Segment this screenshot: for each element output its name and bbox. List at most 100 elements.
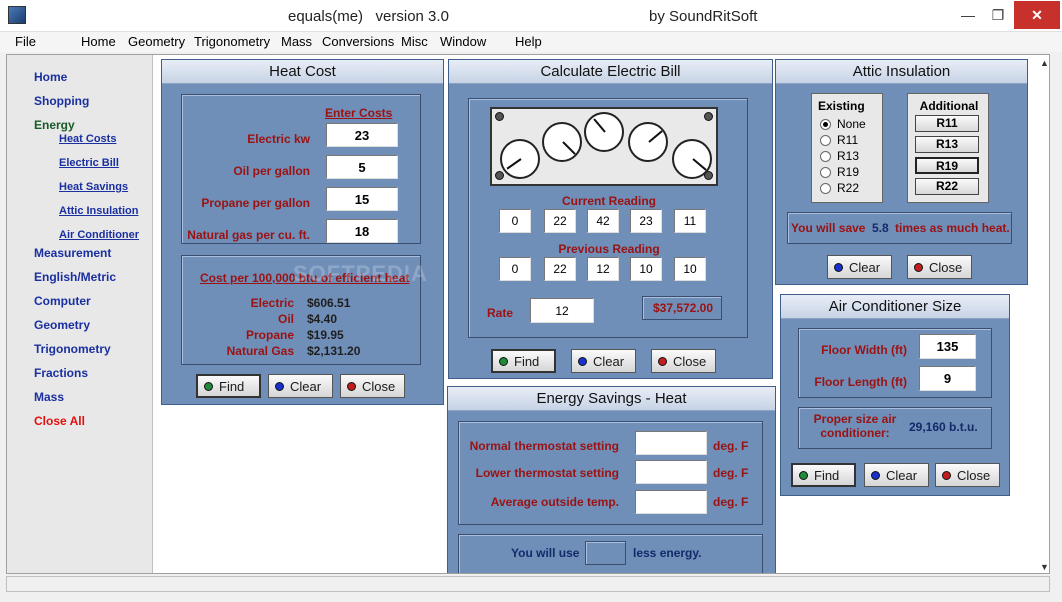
- attic-clear-button[interactable]: Clear: [827, 255, 892, 279]
- scroll-up-icon[interactable]: ▲: [1040, 58, 1049, 68]
- lower-thermostat-unit: deg. F: [713, 466, 749, 480]
- previous-reading-digit-4[interactable]: [630, 257, 662, 281]
- scroll-down-icon[interactable]: ▼: [1040, 562, 1049, 572]
- existing-option-none[interactable]: None: [820, 117, 866, 131]
- heat-cost-clear-button[interactable]: Clear: [268, 374, 333, 398]
- sidebar-item-mass[interactable]: Mass: [34, 390, 64, 404]
- menu-conversions[interactable]: Conversions: [322, 34, 394, 49]
- propane-input[interactable]: [326, 187, 398, 211]
- current-reading-digit-2[interactable]: [544, 209, 576, 233]
- attic-insulation-window: Attic Insulation Existing None R11 R13 R…: [775, 59, 1028, 285]
- existing-option-r13[interactable]: R13: [820, 149, 859, 163]
- clear-label: Clear: [593, 353, 625, 369]
- existing-option-r22[interactable]: R22: [820, 181, 859, 195]
- title-bar: equals(me) version 3.0 by SoundRitSoft —…: [0, 0, 1062, 32]
- screw-icon: [495, 171, 504, 180]
- attic-close-button[interactable]: Close: [907, 255, 972, 279]
- menu-home[interactable]: Home: [81, 34, 116, 49]
- additional-label: Additional: [919, 99, 979, 113]
- close-label: Close: [362, 378, 396, 394]
- air-conditioner-title[interactable]: Air Conditioner Size: [781, 295, 1009, 319]
- additional-r22-button[interactable]: R22: [915, 178, 979, 195]
- sidebar-sub-air-conditioner[interactable]: Air Conditioner: [59, 229, 139, 241]
- ac-result-group: Proper size air conditioner: 29,160 b.t.…: [798, 407, 992, 449]
- use-prefix: You will use: [511, 546, 580, 560]
- green-dot-icon: [799, 470, 808, 480]
- current-reading-digit-5[interactable]: [674, 209, 706, 233]
- menu-help[interactable]: Help: [515, 34, 542, 49]
- sidebar-item-fractions[interactable]: Fractions: [34, 366, 88, 380]
- mdi-workspace: Home Shopping Energy Heat Costs Electric…: [6, 54, 1050, 574]
- outside-temp-input[interactable]: [635, 490, 707, 514]
- sidebar-sub-electric-bill[interactable]: Electric Bill: [59, 157, 119, 169]
- floor-width-input[interactable]: [919, 334, 976, 359]
- existing-option-r11[interactable]: R11: [820, 133, 858, 147]
- app-icon[interactable]: [8, 6, 26, 24]
- minimize-button[interactable]: —: [953, 1, 983, 29]
- bill-total-value: $37,572.00: [652, 301, 714, 315]
- sidebar-item-computer[interactable]: Computer: [34, 294, 91, 308]
- sidebar-item-geometry[interactable]: Geometry: [34, 318, 90, 332]
- previous-reading-digit-1[interactable]: [499, 257, 531, 281]
- ac-find-button[interactable]: Find: [791, 463, 856, 487]
- current-reading-label: Current Reading: [561, 194, 656, 208]
- sidebar-item-measurement[interactable]: Measurement: [34, 246, 111, 260]
- sidebar-item-trigonometry[interactable]: Trigonometry: [34, 342, 111, 356]
- air-conditioner-window: Air Conditioner Size Floor Width (ft) Fl…: [780, 294, 1010, 496]
- heat-cost-find-button[interactable]: Find: [196, 374, 261, 398]
- rate-input[interactable]: [530, 298, 594, 323]
- current-reading-digit-1[interactable]: [499, 209, 531, 233]
- additional-r13-button[interactable]: R13: [915, 136, 979, 153]
- electric-kw-input[interactable]: [326, 123, 398, 147]
- close-window-button[interactable]: ✕: [1014, 1, 1060, 29]
- sidebar-item-energy[interactable]: Energy: [34, 118, 75, 132]
- additional-r11-button[interactable]: R11: [915, 115, 979, 132]
- save-value: 5.8: [872, 221, 889, 235]
- existing-option-r19[interactable]: R19: [820, 165, 859, 179]
- meter-dial-5: [672, 139, 712, 179]
- menu-window[interactable]: Window: [440, 34, 486, 49]
- sidebar-item-shopping[interactable]: Shopping: [34, 94, 89, 108]
- normal-thermostat-input[interactable]: [635, 431, 707, 455]
- sidebar-sub-attic-insulation[interactable]: Attic Insulation: [59, 205, 138, 217]
- energy-savings-title[interactable]: Energy Savings - Heat: [448, 387, 775, 411]
- menu-mass[interactable]: Mass: [281, 34, 312, 49]
- oil-input[interactable]: [326, 155, 398, 179]
- sidebar-sub-heat-savings[interactable]: Heat Savings: [59, 181, 128, 193]
- electric-bill-close-button[interactable]: Close: [651, 349, 716, 373]
- use-suffix: less energy.: [633, 546, 702, 560]
- menu-misc[interactable]: Misc: [401, 34, 428, 49]
- clear-label: Clear: [886, 467, 918, 483]
- previous-reading-digit-2[interactable]: [544, 257, 576, 281]
- heat-cost-close-button[interactable]: Close: [340, 374, 405, 398]
- attic-insulation-title[interactable]: Attic Insulation: [776, 60, 1027, 84]
- meter-dial-4: [628, 122, 668, 162]
- heat-cost-title[interactable]: Heat Cost: [162, 60, 443, 84]
- enter-costs-heading: Enter Costs: [325, 106, 393, 120]
- electric-bill-clear-button[interactable]: Clear: [571, 349, 636, 373]
- natural-gas-input[interactable]: [326, 219, 398, 243]
- sidebar-close-all[interactable]: Close All: [34, 414, 85, 428]
- menu-geometry[interactable]: Geometry: [128, 34, 185, 49]
- current-reading-digit-4[interactable]: [630, 209, 662, 233]
- ac-close-button[interactable]: Close: [935, 463, 1000, 487]
- sidebar-sub-heat-costs[interactable]: Heat Costs: [59, 133, 116, 145]
- ac-clear-button[interactable]: Clear: [864, 463, 929, 487]
- lower-thermostat-label: Lower thermostat setting: [475, 466, 619, 480]
- additional-r19-button[interactable]: R19: [915, 157, 979, 174]
- normal-thermostat-unit: deg. F: [713, 439, 749, 453]
- previous-reading-digit-5[interactable]: [674, 257, 706, 281]
- sidebar-item-english-metric[interactable]: English/Metric: [34, 270, 116, 284]
- electric-bill-title[interactable]: Calculate Electric Bill: [449, 60, 772, 84]
- lower-thermostat-input[interactable]: [635, 460, 707, 484]
- menu-trigonometry[interactable]: Trigonometry: [194, 34, 270, 49]
- electric-bill-find-button[interactable]: Find: [491, 349, 556, 373]
- sidebar-item-home[interactable]: Home: [34, 70, 67, 84]
- result-electric-label: Electric: [250, 296, 294, 310]
- floor-length-input[interactable]: [919, 366, 976, 391]
- current-reading-digit-3[interactable]: [587, 209, 619, 233]
- find-label: Find: [814, 467, 840, 483]
- restore-button[interactable]: ❐: [983, 1, 1013, 29]
- previous-reading-digit-3[interactable]: [587, 257, 619, 281]
- menu-file[interactable]: File: [15, 34, 36, 49]
